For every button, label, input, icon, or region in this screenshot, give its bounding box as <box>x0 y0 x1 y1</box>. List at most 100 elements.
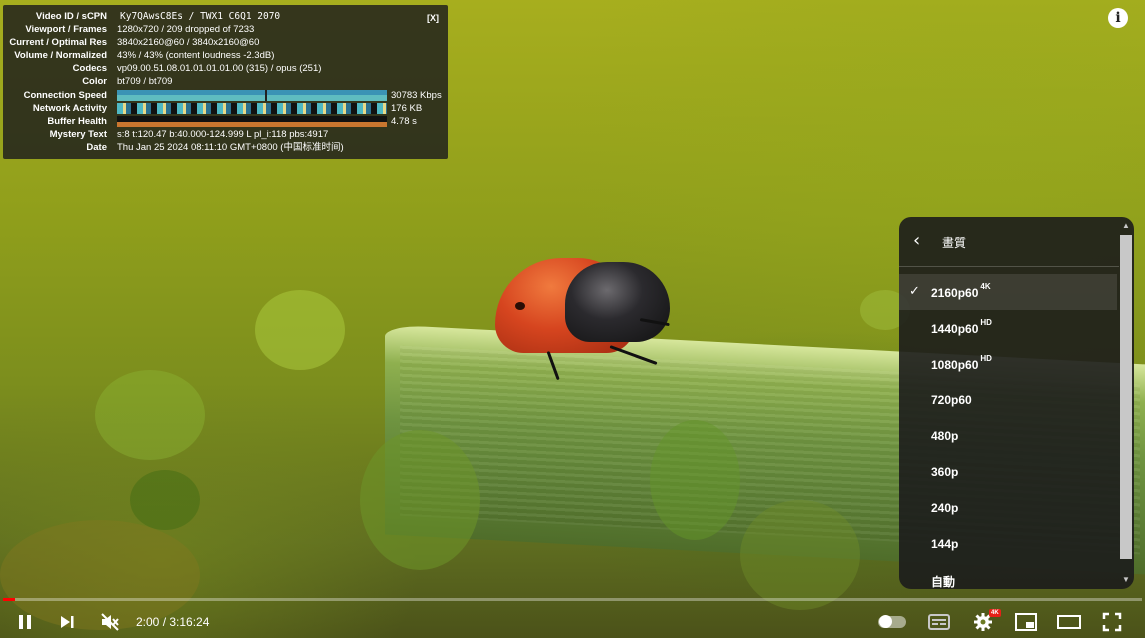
progress-bar[interactable] <box>3 598 1142 601</box>
stats-value: vp09.00.51.08.01.01.01.01.00 (315) / opu… <box>117 63 322 74</box>
scroll-down-arrow-icon[interactable]: ▼ <box>1122 575 1130 584</box>
quality-option-240p[interactable]: 240p <box>899 490 1117 526</box>
quality-label-text: 2160p60 <box>931 286 979 300</box>
graph-divider <box>265 90 267 101</box>
theater-mode-button[interactable] <box>1055 608 1083 636</box>
stats-value: 30783 Kbps <box>391 90 442 101</box>
foreground-moss <box>360 430 480 570</box>
quality-badge: HD <box>980 354 992 363</box>
quality-option-label: 1440p60 HD <box>931 318 992 336</box>
stats-key: Network Activity <box>32 103 107 114</box>
scrollbar-thumb[interactable] <box>1120 235 1132 559</box>
stats-value: bt709 / bt709 <box>117 76 173 87</box>
quality-menu: ‹ 畫質 ✓ 2160p60 4K 1440p60 HD 1080p60 HD 720… <box>899 217 1134 589</box>
quality-option-label: 2160p60 4K <box>931 282 991 300</box>
quality-label-text: 1440p60 <box>931 322 979 336</box>
theater-mode-icon <box>1057 615 1081 629</box>
stats-key: Connection Speed <box>23 90 107 101</box>
quality-option-1080p60[interactable]: 1080p60 HD <box>899 346 1117 382</box>
stats-key: Current / Optimal Res <box>9 37 107 48</box>
quality-label-text: 1080p60 <box>931 358 979 372</box>
stats-for-nerds-panel: Video ID / sCPN Ky7QAwsC8Es / TWX1 C6Q1 … <box>3 5 448 159</box>
skip-next-icon <box>61 616 74 628</box>
info-icon[interactable]: i <box>1108 8 1128 28</box>
quality-option-label: 240p <box>931 501 959 515</box>
quality-menu-header[interactable]: ‹ 畫質 <box>899 217 1119 267</box>
progress-played <box>3 598 15 601</box>
quality-option-label: 144p <box>931 537 959 551</box>
quality-menu-scrollbar[interactable]: ▲ ▼ <box>1119 219 1134 587</box>
player-controls: 2:00 / 3:16:24 4K <box>0 604 1145 638</box>
quality-menu-title: 畫質 <box>942 236 967 250</box>
stats-value: 3840x2160@60 / 3840x2160@60 <box>117 37 260 48</box>
stats-value: 4.78 s <box>391 116 417 127</box>
quality-option-1440p60[interactable]: 1440p60 HD <box>899 310 1117 346</box>
mute-button[interactable] <box>97 608 123 636</box>
stats-key: Date <box>86 142 107 153</box>
stats-row-volume: Volume / Normalized 43% / 43% (content l… <box>3 49 443 62</box>
bokeh-blob <box>130 470 200 530</box>
back-arrow-icon[interactable]: ‹ <box>913 231 920 251</box>
quality-option-label: 自動 <box>931 575 956 589</box>
pause-button[interactable] <box>12 608 38 636</box>
stats-row-mystery-text: Mystery Text s:8 t:120.47 b:40.000-124.9… <box>3 128 443 141</box>
quality-option-label: 720p60 <box>931 393 972 407</box>
foreground-moss <box>740 500 860 610</box>
time-display: 2:00 / 3:16:24 <box>136 615 210 629</box>
fullscreen-button[interactable] <box>1099 608 1125 636</box>
stats-value: Ky7QAwsC8Es / TWX1 C6Q1 2070 <box>120 11 281 22</box>
foreground-moss <box>650 420 740 540</box>
network-activity-graph <box>117 103 387 114</box>
ladybug-spot <box>515 302 525 310</box>
subtitles-icon <box>928 614 950 630</box>
stats-value: s:8 t:120.47 b:40.000-124.999 L pl_i:118… <box>117 129 329 140</box>
quality-option-360p[interactable]: 360p <box>899 454 1117 490</box>
pause-icon <box>19 615 31 629</box>
buffer-health-graph <box>117 116 387 127</box>
quality-option-label: 480p <box>931 429 959 443</box>
miniplayer-button[interactable] <box>1013 608 1039 636</box>
ladybug-head <box>565 262 670 342</box>
quality-option-label: 1080p60 HD <box>931 354 992 372</box>
bokeh-blob <box>95 370 205 460</box>
stats-key: Buffer Health <box>47 116 107 127</box>
stats-row-date: Date Thu Jan 25 2024 08:11:10 GMT+0800 (… <box>3 141 443 154</box>
stats-key: Viewport / Frames <box>25 24 107 35</box>
quality-badge: 4K <box>980 282 991 291</box>
quality-option-auto[interactable]: 自動 <box>899 562 1117 589</box>
stats-row-connection-speed: Connection Speed 30783 Kbps <box>3 89 443 102</box>
autoplay-toggle-knob <box>879 615 892 628</box>
subtitles-button[interactable] <box>926 608 952 636</box>
fullscreen-icon <box>1102 612 1122 632</box>
stats-row-resolution: Current / Optimal Res 3840x2160@60 / 384… <box>3 36 443 49</box>
close-stats-button[interactable]: [X] <box>427 13 439 23</box>
miniplayer-icon <box>1015 613 1037 631</box>
stats-key: Volume / Normalized <box>14 50 107 61</box>
stats-key: Codecs <box>72 63 107 74</box>
checkmark-icon: ✓ <box>909 283 920 298</box>
stats-key: Video ID / sCPN <box>35 11 107 22</box>
stats-row-codecs: Codecs vp09.00.51.08.01.01.01.01.00 (315… <box>3 62 443 75</box>
quality-option-480p[interactable]: 480p <box>899 418 1117 454</box>
connection-speed-graph <box>117 90 387 101</box>
quality-option-144p[interactable]: 144p <box>899 526 1117 562</box>
quality-badge: HD <box>980 318 992 327</box>
stats-value: 43% / 43% (content loudness -2.3dB) <box>117 50 275 61</box>
quality-option-2160p60[interactable]: ✓ 2160p60 4K <box>899 274 1117 310</box>
scroll-up-arrow-icon[interactable]: ▲ <box>1122 221 1130 230</box>
stats-value: 176 KB <box>391 103 423 114</box>
autoplay-toggle[interactable] <box>878 615 906 628</box>
next-button[interactable] <box>54 608 80 636</box>
stats-key: Color <box>82 76 107 87</box>
stats-row-video-id: Video ID / sCPN Ky7QAwsC8Es / TWX1 C6Q1 … <box>3 10 443 23</box>
stats-value: 1280x720 / 209 dropped of 7233 <box>117 24 255 35</box>
stats-value: Thu Jan 25 2024 08:11:10 GMT+0800 (中国标准时… <box>117 142 344 153</box>
stats-row-buffer-health: Buffer Health 4.78 s <box>3 115 443 128</box>
stats-key: Mystery Text <box>49 129 107 140</box>
quality-option-720p60[interactable]: 720p60 <box>899 382 1117 418</box>
stats-row-viewport: Viewport / Frames 1280x720 / 209 dropped… <box>3 23 443 36</box>
stats-row-color: Color bt709 / bt709 <box>3 75 443 88</box>
bokeh-blob <box>255 290 345 370</box>
quality-option-label: 360p <box>931 465 959 479</box>
volume-muted-icon <box>101 613 119 631</box>
